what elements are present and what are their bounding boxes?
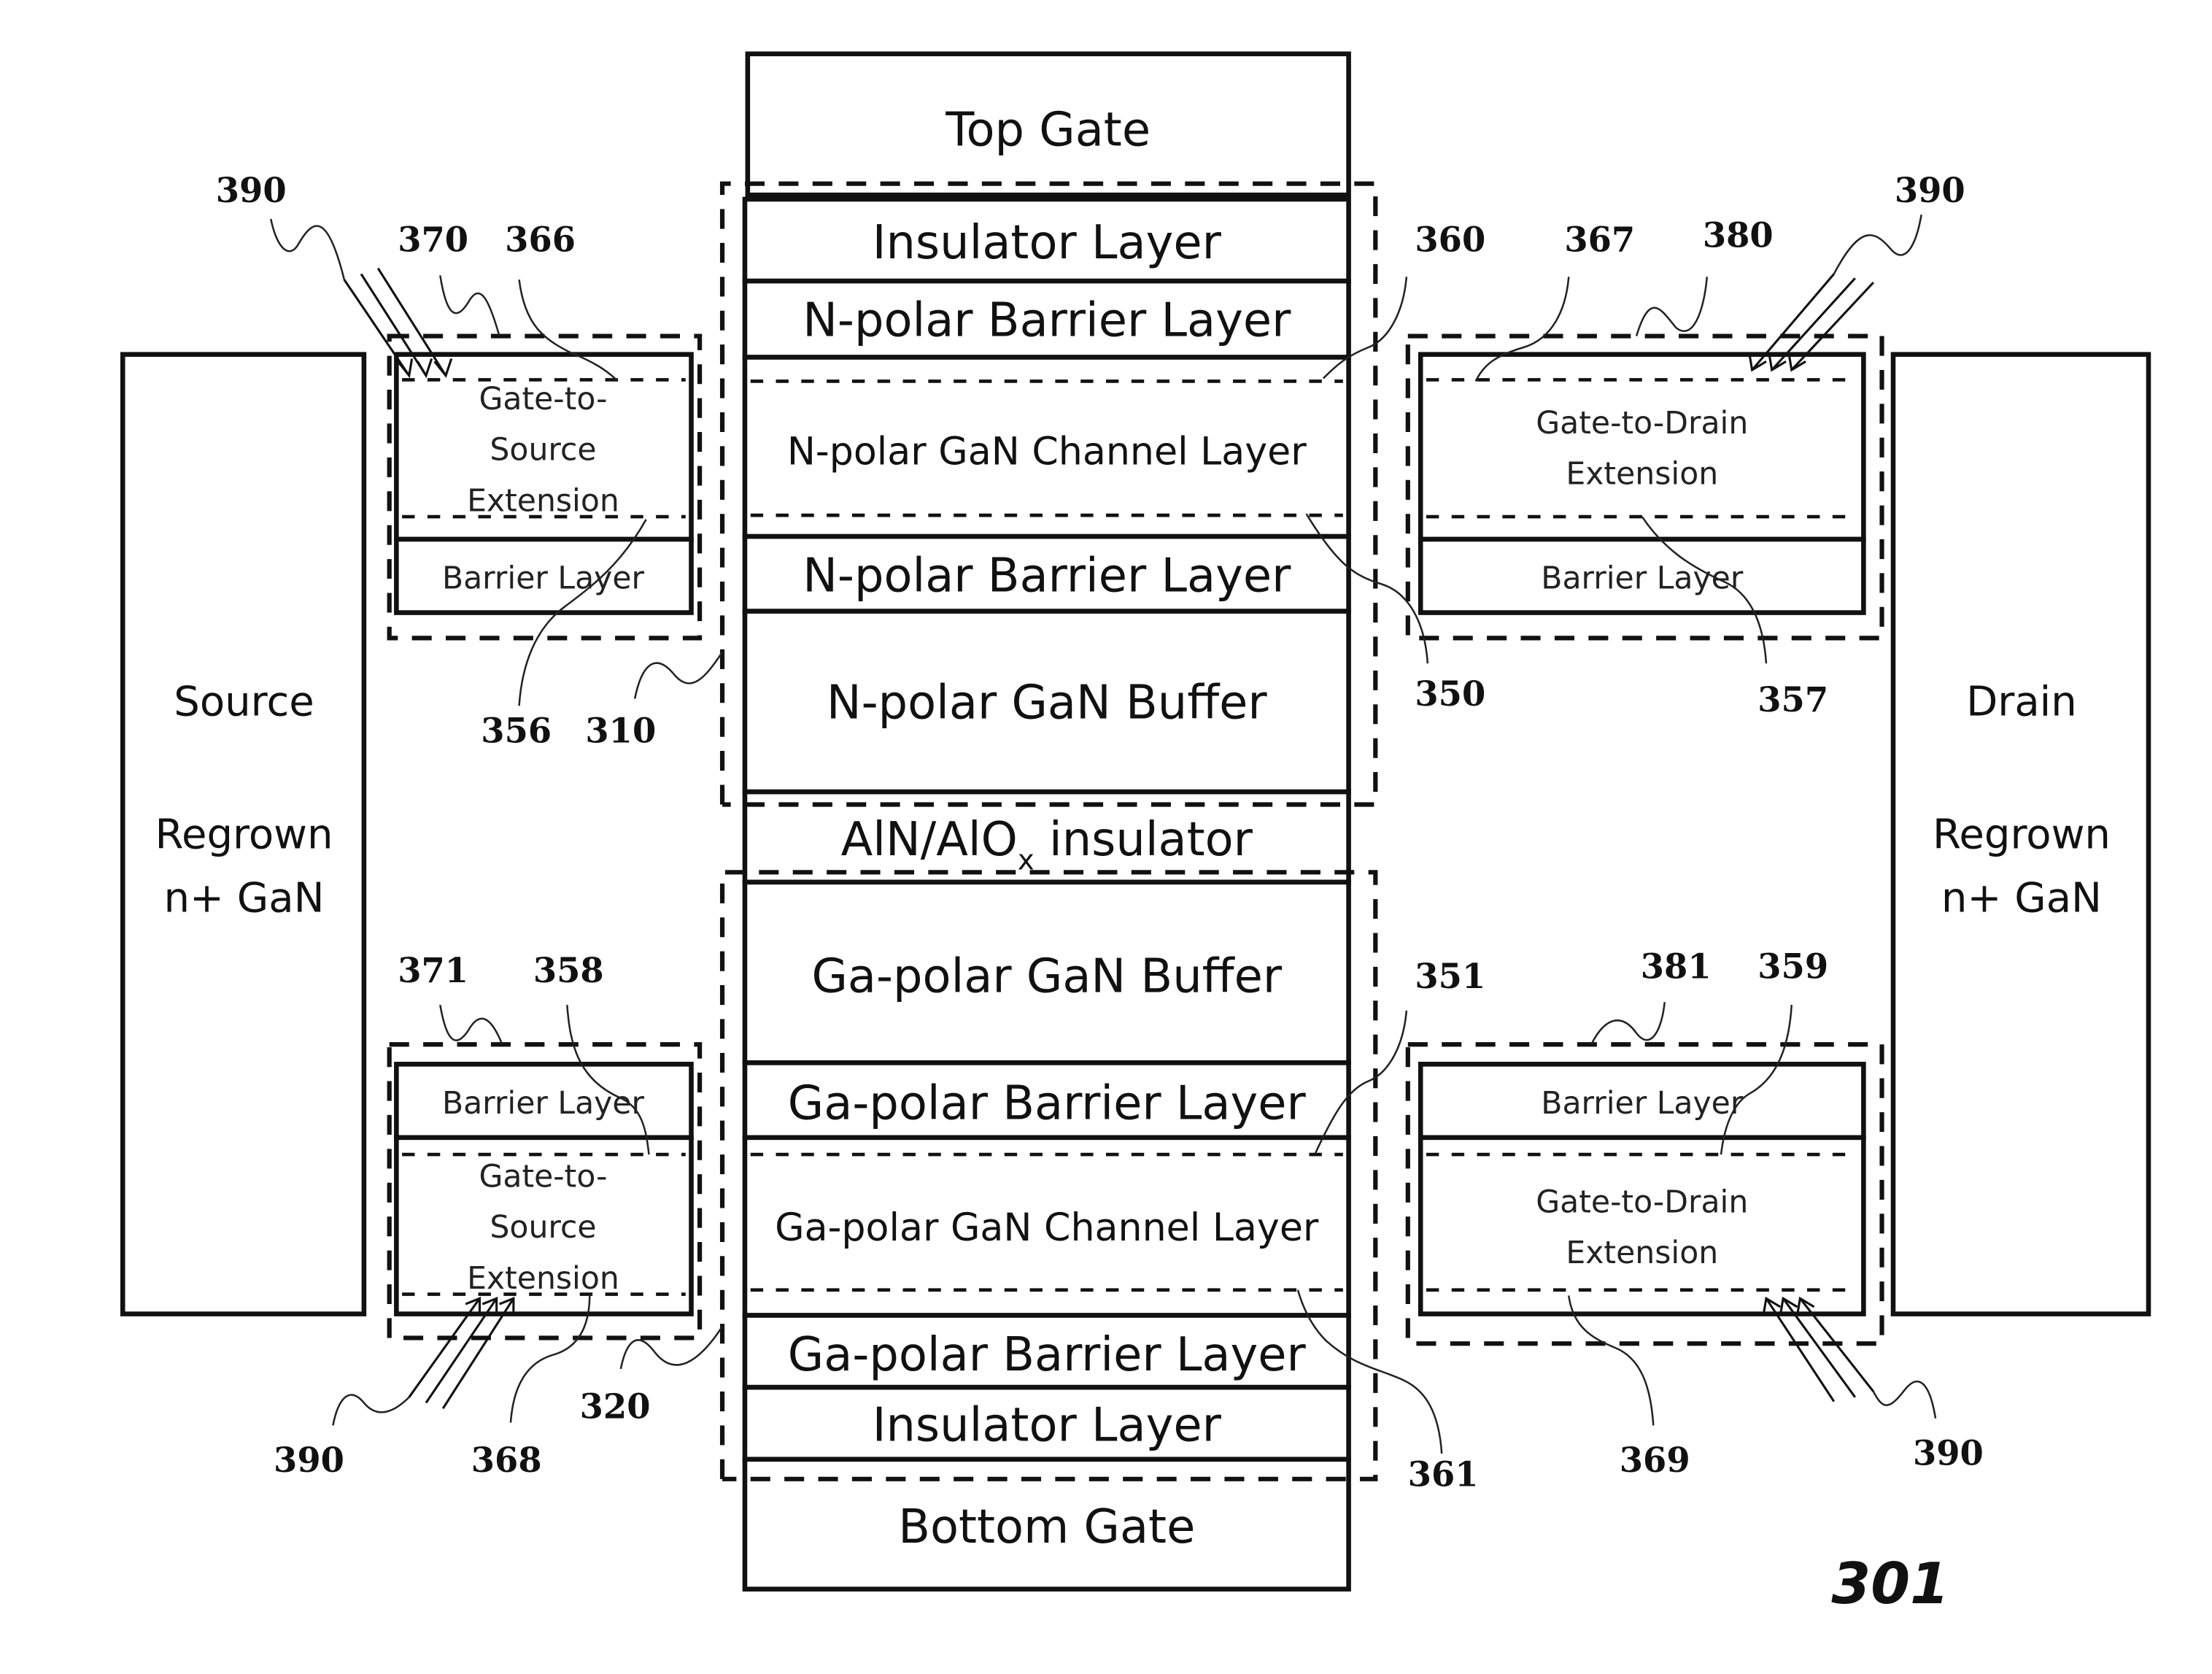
ref-380: 380 [1703, 215, 1774, 255]
gs-top-barrier-label: Barrier Layer [442, 561, 645, 597]
top-gate-label: Top Gate [945, 104, 1151, 158]
gs-bottom-label-2: Source [490, 1210, 596, 1246]
ref-390-top-right: 390 [1895, 170, 1965, 210]
aln-alox-main: AlN/AlO [841, 813, 1018, 867]
insulator-layer-bottom-label: Insulator Layer [873, 1399, 1222, 1453]
ref-358: 358 [533, 950, 604, 990]
gs-top-label-3: Extension [467, 483, 619, 519]
ref-366: 366 [505, 220, 576, 260]
ref-356: 356 [481, 710, 552, 750]
gd-bottom-extension-box [1418, 1135, 1866, 1316]
gd-top-label-2: Extension [1566, 457, 1718, 493]
drain-regrown-label: Regrown [1933, 811, 2111, 858]
gate-to-drain-extension-top: Gate-to-Drain Extension Barrier Layer [1405, 333, 1884, 641]
gd-bottom-label-1: Gate-to-Drain [1536, 1184, 1748, 1220]
drain-contact: Drain Regrown n+ GaN [1890, 352, 2151, 1316]
leader-390-br [1872, 1381, 1937, 1419]
ref-357: 357 [1757, 679, 1828, 720]
ref-369: 369 [1620, 1440, 1690, 1480]
n-polar-barrier-layer-top-label: N-polar Barrier Layer [803, 294, 1291, 348]
gate-to-source-extension-bottom: Barrier Layer Gate-to- Source Extension [387, 1042, 703, 1341]
ref-371: 371 [398, 950, 468, 990]
ga-polar-gan-buffer-label: Ga-polar GaN Buffer [811, 950, 1282, 1004]
gd-bottom-label-2: Extension [1566, 1235, 1718, 1271]
bottom-gate-label: Bottom Gate [898, 1500, 1195, 1554]
source-contact: Source Regrown n+ GaN [120, 352, 367, 1316]
ref-368: 368 [471, 1440, 542, 1480]
leader-390-tr [1833, 215, 1922, 275]
gd-top-barrier-label: Barrier Layer [1541, 561, 1744, 597]
ref-320: 320 [580, 1386, 651, 1427]
figure-number: 301 [1831, 1551, 1949, 1617]
source-regrown-label: Regrown [155, 811, 333, 858]
source-material-label: n+ GaN [163, 874, 324, 922]
arrow-line [360, 273, 428, 377]
ref-361: 361 [1408, 1454, 1479, 1494]
ga-polar-gan-channel-layer-label: Ga-polar GaN Channel Layer [775, 1206, 1319, 1250]
gs-bottom-barrier-label: Barrier Layer [442, 1086, 645, 1122]
drain-material-label: n+ GaN [1941, 874, 2102, 922]
gate-to-drain-extension-bottom: Barrier Layer Gate-to-Drain Extension [1405, 1042, 1884, 1346]
gs-bottom-label-3: Extension [467, 1261, 619, 1297]
gs-top-label-1: Gate-to- [479, 382, 607, 417]
source-label: Source [174, 679, 314, 726]
ref-390-bottom-left: 390 [274, 1440, 344, 1480]
n-polar-gan-channel-layer-label: N-polar GaN Channel Layer [787, 431, 1307, 474]
ref-370: 370 [398, 220, 468, 260]
gd-top-label-1: Gate-to-Drain [1536, 406, 1748, 441]
gs-top-label-2: Source [490, 433, 596, 468]
ga-polar-barrier-layer-top-label: Ga-polar Barrier Layer [788, 1077, 1307, 1131]
leader-380 [1635, 277, 1708, 336]
ref-360: 360 [1415, 220, 1485, 260]
ref-367: 367 [1564, 220, 1635, 260]
n-polar-gan-buffer-label: N-polar GaN Buffer [827, 676, 1268, 730]
ref-390-top-left: 390 [216, 170, 287, 210]
gs-bottom-label-1: Gate-to- [479, 1160, 607, 1195]
ref-390-bottom-right: 390 [1913, 1432, 1984, 1473]
ref-359: 359 [1757, 946, 1828, 986]
leader-310 [633, 651, 724, 699]
leader-320 [619, 1326, 724, 1370]
gd-bottom-barrier-label: Barrier Layer [1541, 1086, 1744, 1122]
leader-390-tl [270, 218, 346, 280]
drain-label: Drain [1966, 679, 2077, 726]
n-polar-barrier-layer-bottom-label: N-polar Barrier Layer [803, 549, 1291, 603]
ref-350: 350 [1415, 674, 1485, 714]
leader-370 [439, 275, 500, 336]
gd-top-extension-box [1418, 352, 1866, 542]
leader-371 [439, 1004, 503, 1045]
gate-to-source-extension-top: Gate-to- Source Extension Barrier Layer [387, 333, 703, 641]
aln-alox-suffix: insulator [1035, 813, 1253, 867]
ref-351: 351 [1415, 956, 1485, 996]
leader-381 [1590, 1002, 1666, 1045]
layer-stack: Top Gate Insulator Layer N-polar Barrier… [742, 51, 1351, 1592]
ref-310: 310 [585, 710, 656, 750]
ga-polar-barrier-layer-bottom-label: Ga-polar Barrier Layer [788, 1328, 1307, 1382]
ref-381: 381 [1641, 946, 1712, 986]
leader-390-bl [332, 1394, 410, 1426]
device-cross-section-diagram: Top Gate Insulator Layer N-polar Barrier… [120, 51, 2151, 1617]
insulator-layer-top-label: Insulator Layer [873, 216, 1222, 270]
